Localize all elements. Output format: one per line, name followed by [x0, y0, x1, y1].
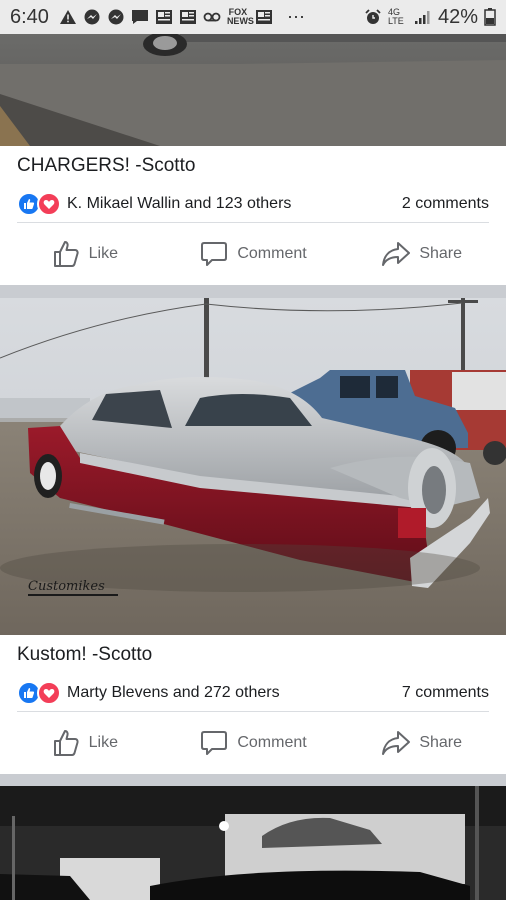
- like-button[interactable]: Like: [0, 728, 169, 758]
- like-button[interactable]: Like: [0, 239, 169, 269]
- share-arrow-icon: [382, 242, 411, 266]
- love-reaction-icon: [37, 192, 61, 216]
- feed-post: Customikes Kustom! -Scotto Marty Blevens…: [0, 298, 506, 774]
- like-label: Like: [88, 245, 119, 262]
- share-button[interactable]: Share: [337, 728, 506, 758]
- feed-post: [0, 786, 506, 900]
- post-actions: Like Comment Share: [0, 223, 506, 285]
- post-actions: Like Comment Share: [0, 712, 506, 774]
- network-type: 4G LTE: [387, 7, 404, 26]
- messenger-icon: [108, 9, 124, 25]
- car-photo-asphalt: [0, 34, 506, 146]
- battery-icon: [484, 8, 496, 26]
- comments-count[interactable]: 7 comments: [402, 684, 489, 702]
- share-arrow-icon: [382, 731, 411, 755]
- post-separator: [0, 290, 506, 298]
- comment-button[interactable]: Comment: [169, 728, 338, 758]
- news-icon: [179, 10, 196, 24]
- night-car-photo: [0, 786, 506, 900]
- signal-icon: [414, 11, 430, 24]
- more-icon: ⋯: [286, 6, 305, 27]
- share-label: Share: [419, 734, 463, 751]
- comment-icon: [201, 242, 228, 266]
- reactions-text: K. Mikael Wallin and 123 others: [67, 195, 292, 212]
- post-photo[interactable]: Customikes: [0, 298, 506, 635]
- post-separator: [0, 778, 506, 786]
- share-label: Share: [419, 245, 463, 262]
- post-caption: CHARGERS! -Scotto: [17, 155, 196, 176]
- share-button[interactable]: Share: [337, 239, 506, 269]
- comments-count[interactable]: 2 comments: [402, 195, 489, 213]
- comment-button[interactable]: Comment: [169, 239, 338, 269]
- news-icon: [155, 10, 172, 24]
- custom-car-photo: Customikes: [0, 298, 506, 635]
- news-icon: [255, 10, 272, 24]
- post-photo[interactable]: [0, 34, 506, 146]
- reactions-text: Marty Blevens and 272 others: [67, 684, 280, 701]
- comment-label: Comment: [237, 245, 307, 262]
- system-icons: 4G LTE 42%: [364, 6, 496, 29]
- photo-watermark: Customikes: [28, 579, 105, 594]
- status-bar: 6:40 FOX NEWS ⋯ 4G LTE 42%: [0, 0, 506, 34]
- fox-news-icon: FOX NEWS: [226, 7, 254, 26]
- reactions-summary[interactable]: K. Mikael Wallin and 123 others 2 commen…: [0, 186, 506, 222]
- alarm-icon: [365, 9, 381, 24]
- messenger-icon: [84, 9, 100, 25]
- warning-icon: [59, 10, 76, 24]
- feed-post: CHARGERS! -Scotto K. Mikael Wallin and 1…: [0, 34, 506, 285]
- reactions-summary[interactable]: Marty Blevens and 272 others 7 comments: [0, 675, 506, 711]
- clock: 6:40: [10, 5, 49, 28]
- like-label: Like: [88, 734, 119, 751]
- thumbs-up-icon: [53, 241, 79, 267]
- voicemail-icon: [203, 12, 221, 22]
- message-icon: [131, 10, 148, 24]
- thumbs-up-icon: [53, 730, 79, 756]
- love-reaction-icon: [37, 681, 61, 705]
- post-caption: Kustom! -Scotto: [17, 644, 153, 665]
- comment-label: Comment: [237, 734, 307, 751]
- battery-percent: 42%: [437, 5, 478, 28]
- post-photo[interactable]: [0, 786, 506, 900]
- notification-icons: FOX NEWS ⋯: [59, 7, 305, 28]
- comment-icon: [201, 731, 228, 755]
